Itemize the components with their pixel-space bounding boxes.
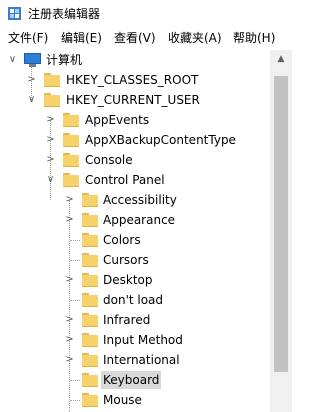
- chevron-right-icon[interactable]: >: [45, 154, 56, 165]
- menu-edit[interactable]: 编辑(E): [61, 30, 102, 46]
- folder-icon: [82, 193, 98, 207]
- tree-node-label[interactable]: Infrared: [101, 311, 152, 329]
- tree-node-label[interactable]: HKEY_CLASSES_ROOT: [64, 71, 200, 89]
- folder-icon: [82, 233, 98, 247]
- tree-node[interactable]: Cursors: [0, 250, 270, 270]
- chevron-right-icon[interactable]: >: [64, 354, 75, 365]
- menu-favorites[interactable]: 收藏夹(A): [168, 30, 222, 46]
- chevron-up-icon[interactable]: ▲: [270, 50, 292, 68]
- tree-node[interactable]: > Accessibility: [0, 190, 270, 210]
- folder-icon: [82, 333, 98, 347]
- tree-node-label[interactable]: International: [101, 351, 182, 369]
- tree-node-label[interactable]: Console: [83, 151, 135, 169]
- scrollbar-thumb[interactable]: [274, 76, 288, 372]
- tree-node-label[interactable]: 计算机: [44, 51, 84, 69]
- folder-icon: [82, 313, 98, 327]
- chevron-right-icon[interactable]: >: [26, 74, 37, 85]
- menu-help[interactable]: 帮助(H): [233, 30, 275, 46]
- chevron-down-icon[interactable]: ∨: [45, 174, 56, 185]
- tree-node-label[interactable]: Desktop: [101, 271, 155, 289]
- tree-node[interactable]: > Infrared: [0, 310, 270, 330]
- title-bar: 注册表编辑器: [0, 0, 292, 28]
- chevron-right-icon[interactable]: >: [64, 334, 75, 345]
- folder-icon: [63, 173, 79, 187]
- folder-icon: [44, 73, 60, 87]
- chevron-right-icon[interactable]: >: [64, 314, 75, 325]
- menu-view[interactable]: 查看(V): [114, 30, 156, 46]
- tree-node-computer[interactable]: ∨ 计算机: [0, 50, 270, 70]
- registry-tree[interactable]: ∨ 计算机 > HKEY_CLASSES_ROOT ∨ HKEY_CURRENT…: [0, 50, 270, 412]
- tree-node-label[interactable]: Cursors: [101, 251, 151, 269]
- tree-node-label[interactable]: Appearance: [101, 211, 177, 229]
- chevron-right-icon[interactable]: >: [64, 194, 75, 205]
- tree-node[interactable]: ∨ Control Panel: [0, 170, 270, 190]
- tree-node[interactable]: > Input Method: [0, 330, 270, 350]
- tree-node-label[interactable]: Mouse: [101, 391, 144, 409]
- regedit-icon: [8, 7, 21, 20]
- chevron-right-icon[interactable]: >: [45, 134, 56, 145]
- tree-node[interactable]: ∨ HKEY_CURRENT_USER: [0, 90, 270, 110]
- menu-bar: 文件(F) 编辑(E) 查看(V) 收藏夹(A) 帮助(H): [0, 28, 292, 48]
- tree-node-label[interactable]: HKEY_CURRENT_USER: [64, 91, 202, 109]
- folder-icon: [63, 133, 79, 147]
- tree-node-label[interactable]: Keyboard: [101, 371, 162, 389]
- tree-node[interactable]: Mouse: [0, 390, 270, 410]
- folder-icon: [82, 253, 98, 267]
- tree-node[interactable]: > Desktop: [0, 270, 270, 290]
- folder-icon: [63, 153, 79, 167]
- tree-node-label[interactable]: don't load: [101, 291, 165, 309]
- tree-node[interactable]: > HKEY_CLASSES_ROOT: [0, 70, 270, 90]
- menu-file[interactable]: 文件(F): [8, 30, 48, 46]
- tree-node-label[interactable]: AppEvents: [83, 111, 151, 129]
- tree-node-label[interactable]: Colors: [101, 231, 143, 249]
- folder-icon: [82, 353, 98, 367]
- chevron-down-icon[interactable]: ∨: [7, 54, 18, 65]
- chevron-down-icon[interactable]: ∨: [26, 94, 37, 105]
- tree-node[interactable]: > AppXBackupContentType: [0, 130, 270, 150]
- tree-node[interactable]: Colors: [0, 230, 270, 250]
- chevron-right-icon[interactable]: >: [64, 214, 75, 225]
- tree-node[interactable]: > International: [0, 350, 270, 370]
- folder-icon: [63, 113, 79, 127]
- tree-node[interactable]: > AppEvents: [0, 110, 270, 130]
- tree-node-label[interactable]: Input Method: [101, 331, 185, 349]
- folder-icon: [82, 213, 98, 227]
- tree-node[interactable]: don't load: [0, 290, 270, 310]
- window-title: 注册表编辑器: [28, 7, 101, 21]
- chevron-right-icon[interactable]: >: [64, 274, 75, 285]
- tree-node-label[interactable]: AppXBackupContentType: [83, 131, 238, 149]
- chevron-right-icon[interactable]: >: [45, 114, 56, 125]
- folder-icon: [82, 273, 98, 287]
- folder-icon: [82, 293, 98, 307]
- tree-node-selected[interactable]: Keyboard: [0, 370, 270, 390]
- computer-icon: [24, 53, 41, 67]
- tree-node-label[interactable]: Control Panel: [83, 171, 167, 189]
- tree-node[interactable]: > Appearance: [0, 210, 270, 230]
- folder-icon: [82, 373, 98, 387]
- folder-icon: [82, 393, 98, 407]
- folder-icon: [44, 93, 60, 107]
- tree-node[interactable]: > Console: [0, 150, 270, 170]
- vertical-scrollbar[interactable]: ▲: [270, 50, 292, 412]
- tree-node-label[interactable]: Accessibility: [101, 191, 179, 209]
